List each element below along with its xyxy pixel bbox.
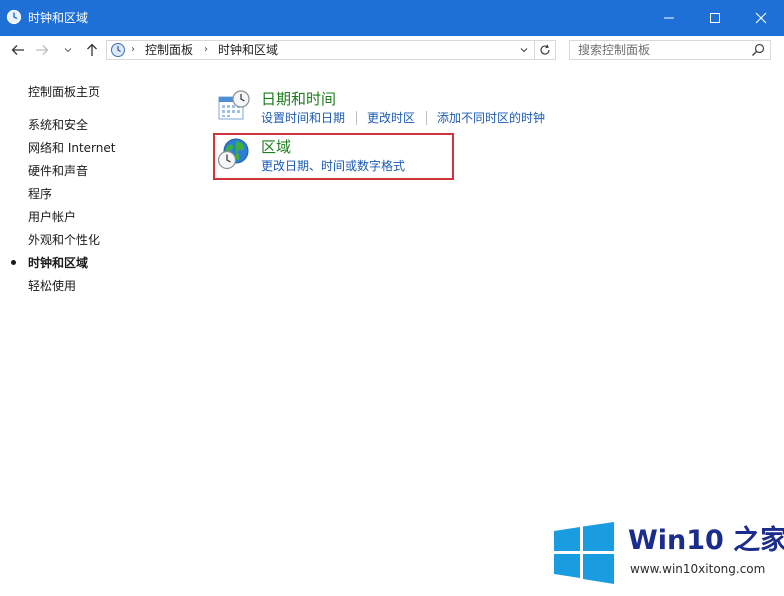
link-add-clocks[interactable]: 添加不同时区的时钟	[437, 111, 545, 125]
sidebar-item-network-internet[interactable]: 网络和 Internet	[28, 140, 115, 156]
link-change-time-zone[interactable]: 更改时区	[367, 111, 415, 125]
maximize-button[interactable]	[692, 0, 738, 36]
watermark: Win10 之家 www.win10xitong.com	[552, 522, 784, 584]
back-button[interactable]	[8, 40, 28, 60]
highlight-box	[213, 133, 454, 180]
forward-button[interactable]	[32, 40, 52, 60]
chevron-down-icon	[520, 48, 528, 53]
address-dropdown-button[interactable]	[517, 42, 531, 58]
search-icon[interactable]	[750, 42, 766, 58]
watermark-url: www.win10xitong.com	[630, 562, 766, 576]
navigation-bar: › 控制面板 › 时钟和区域	[0, 36, 784, 64]
breadcrumb-control-panel[interactable]: 控制面板	[145, 43, 193, 57]
sidebar-item-system-security[interactable]: 系统和安全	[28, 117, 88, 133]
chevron-down-icon	[64, 48, 72, 53]
link-set-time-date[interactable]: 设置时间和日期	[261, 111, 345, 125]
window-title: 时钟和区域	[28, 11, 89, 25]
refresh-button[interactable]	[534, 41, 555, 59]
recent-locations-button[interactable]	[62, 40, 74, 60]
title-bar: 时钟和区域	[0, 0, 784, 36]
link-separator	[426, 111, 427, 125]
watermark-brand: Win10 之家	[628, 525, 784, 556]
minimize-button[interactable]	[646, 0, 692, 36]
control-panel-icon	[6, 9, 22, 25]
sidebar-item-user-accounts[interactable]: 用户帐户	[28, 209, 76, 225]
sidebar-item-appearance[interactable]: 外观和个性化	[28, 232, 100, 248]
breadcrumb-clock-region[interactable]: 时钟和区域	[218, 43, 278, 57]
arrow-up-icon	[87, 43, 97, 56]
sidebar-item-clock-region[interactable]: 时钟和区域	[28, 255, 88, 271]
arrow-left-icon	[11, 45, 24, 55]
up-button[interactable]	[82, 40, 102, 60]
breadcrumb-separator-icon: ›	[131, 44, 135, 55]
arrow-right-icon	[36, 45, 49, 55]
category-title-date-time[interactable]: 日期和时间	[261, 90, 336, 108]
calendar-clock-icon[interactable]	[217, 89, 251, 123]
control-panel-icon	[111, 43, 125, 57]
search-box[interactable]	[569, 40, 771, 60]
sidebar-item-hardware-sound[interactable]: 硬件和声音	[28, 163, 88, 179]
sidebar-item-ease-of-access[interactable]: 轻松使用	[28, 278, 76, 294]
breadcrumb-separator-icon: ›	[204, 44, 208, 55]
maximize-icon	[710, 13, 720, 23]
close-icon	[755, 12, 767, 24]
current-item-bullet	[11, 260, 16, 265]
refresh-icon	[540, 44, 550, 55]
search-input[interactable]	[570, 41, 748, 59]
minimize-icon	[664, 17, 674, 19]
sidebar-item-control-panel-home[interactable]: 控制面板主页	[28, 84, 100, 100]
address-box[interactable]: › 控制面板 › 时钟和区域	[106, 40, 556, 60]
sidebar-item-programs[interactable]: 程序	[28, 186, 52, 202]
windows-logo-icon	[554, 522, 614, 584]
link-separator	[356, 111, 357, 125]
close-button[interactable]	[738, 0, 784, 36]
